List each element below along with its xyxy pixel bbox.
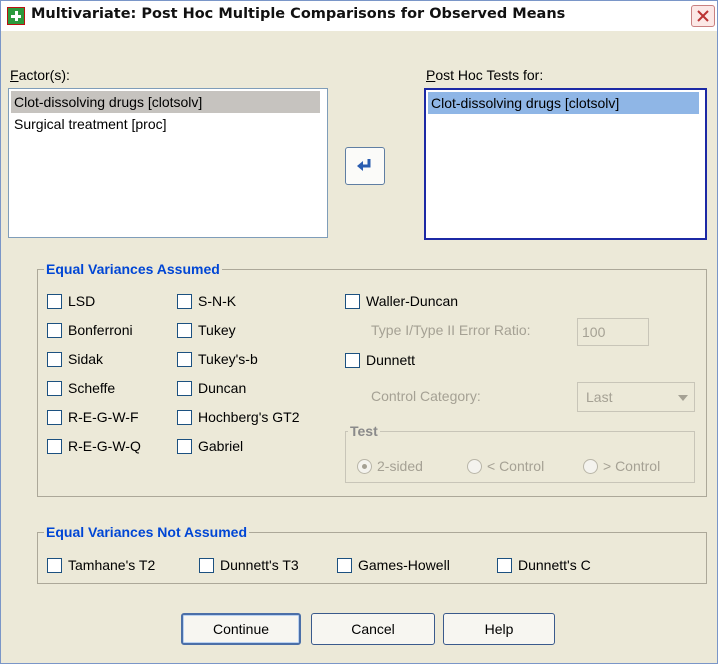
radio-2-sided[interactable]: 2-sided [357, 456, 423, 476]
regwq-checkbox[interactable]: R-E-G-W-Q [47, 436, 141, 456]
move-variable-button[interactable] [345, 147, 385, 185]
factor-item-proc[interactable]: Surgical treatment [proc] [11, 113, 167, 135]
checkbox-box[interactable] [345, 293, 360, 309]
continue-button[interactable]: Continue [181, 613, 301, 645]
error-ratio-label: Type I/Type II Error Ratio: [371, 322, 531, 338]
regwq-label: R-E-G-W-Q [68, 438, 141, 454]
help-button[interactable]: Help [443, 613, 555, 645]
factors-list[interactable]: Clot-dissolving drugs [clotsolv] Surgica… [8, 88, 328, 238]
waller-duncan-checkbox[interactable]: Waller-Duncan [345, 291, 458, 311]
tamhane-checkbox[interactable]: Tamhane's T2 [47, 555, 155, 575]
tamhane-label: Tamhane's T2 [68, 557, 156, 573]
close-icon [697, 10, 709, 22]
checkbox-box[interactable] [47, 557, 62, 573]
posthoc-list[interactable]: Clot-dissolving drugs [clotsolv] [424, 88, 707, 240]
radio-greater-control-label: > Control [603, 458, 661, 474]
window-title: Multivariate: Post Hoc Multiple Comparis… [31, 6, 566, 22]
gabriel-checkbox[interactable]: Gabriel [177, 436, 243, 456]
dunnett-checkbox[interactable]: Dunnett [345, 350, 415, 370]
checkbox-box[interactable] [497, 557, 512, 573]
radio-button[interactable] [467, 458, 482, 474]
sidak-checkbox[interactable]: Sidak [47, 349, 103, 369]
radio-2-sided-label: 2-sided [377, 458, 423, 474]
checkbox-box[interactable] [177, 351, 192, 367]
control-category-label: Control Category: [371, 388, 481, 404]
tukeys-b-checkbox[interactable]: Tukey's-b [177, 349, 258, 369]
tukeys-b-label: Tukey's-b [198, 351, 258, 367]
posthoc-label: Post Hoc Tests for: [426, 67, 544, 83]
radio-less-control-label: < Control [487, 458, 545, 474]
scheffe-checkbox[interactable]: Scheffe [47, 378, 115, 398]
snk-label: S-N-K [198, 293, 237, 309]
games-howell-label: Games-Howell [358, 557, 450, 573]
close-button[interactable] [691, 5, 715, 27]
checkbox-box[interactable] [345, 352, 360, 368]
checkbox-box[interactable] [177, 322, 192, 338]
dunnetts-c-label: Dunnett's C [518, 557, 591, 573]
control-category-value: Last [586, 389, 613, 405]
radio-less-control[interactable]: < Control [467, 456, 544, 476]
equal-variances-title: Equal Variances Assumed [44, 261, 222, 278]
sidak-label: Sidak [68, 351, 104, 367]
radio-button[interactable] [357, 458, 372, 474]
title-bar: Multivariate: Post Hoc Multiple Comparis… [1, 1, 717, 31]
posthoc-item-clotsolv[interactable]: Clot-dissolving drugs [clotsolv] [428, 92, 699, 114]
factors-label: Factor(s): [10, 67, 70, 83]
hochberg-checkbox[interactable]: Hochberg's GT2 [177, 407, 300, 427]
error-ratio-input[interactable]: 100 [577, 318, 649, 346]
snk-checkbox[interactable]: S-N-K [177, 291, 236, 311]
checkbox-box[interactable] [177, 293, 192, 309]
duncan-checkbox[interactable]: Duncan [177, 378, 246, 398]
checkbox-box[interactable] [47, 409, 62, 425]
waller-duncan-label: Waller-Duncan [366, 293, 459, 309]
dunnetts-c-checkbox[interactable]: Dunnett's C [497, 555, 591, 575]
spss-app-icon [7, 7, 25, 25]
checkbox-box[interactable] [47, 438, 62, 454]
dunnetts-t3-checkbox[interactable]: Dunnett's T3 [199, 555, 299, 575]
bonferroni-checkbox[interactable]: Bonferroni [47, 320, 133, 340]
cancel-button[interactable]: Cancel [311, 613, 435, 645]
games-howell-checkbox[interactable]: Games-Howell [337, 555, 450, 575]
checkbox-box[interactable] [47, 293, 62, 309]
checkbox-box[interactable] [337, 557, 352, 573]
checkbox-box[interactable] [47, 380, 62, 396]
dunnetts-t3-label: Dunnett's T3 [220, 557, 299, 573]
checkbox-box[interactable] [177, 380, 192, 396]
duncan-label: Duncan [198, 380, 247, 396]
checkbox-box[interactable] [47, 351, 62, 367]
checkbox-box[interactable] [177, 409, 192, 425]
test-group-title: Test [348, 423, 380, 440]
dunnett-label: Dunnett [366, 352, 416, 368]
checkbox-box[interactable] [177, 438, 192, 454]
scheffe-label: Scheffe [68, 380, 116, 396]
regwf-checkbox[interactable]: R-E-G-W-F [47, 407, 139, 427]
checkbox-box[interactable] [199, 557, 214, 573]
hochberg-label: Hochberg's GT2 [198, 409, 300, 425]
control-category-select[interactable]: Last [577, 382, 695, 412]
tukey-label: Tukey [198, 322, 236, 338]
gabriel-label: Gabriel [198, 438, 244, 454]
radio-greater-control[interactable]: > Control [583, 456, 660, 476]
post-hoc-dialog: Multivariate: Post Hoc Multiple Comparis… [0, 0, 718, 664]
lsd-label: LSD [68, 293, 96, 309]
chevron-down-icon [678, 395, 688, 401]
tukey-checkbox[interactable]: Tukey [177, 320, 236, 340]
factor-item-clotsolv[interactable]: Clot-dissolving drugs [clotsolv] [11, 91, 320, 113]
lsd-checkbox[interactable]: LSD [47, 291, 95, 311]
unequal-variances-title: Equal Variances Not Assumed [44, 524, 249, 541]
arrow-left-icon [357, 159, 371, 171]
bonferroni-label: Bonferroni [68, 322, 133, 338]
radio-button[interactable] [583, 458, 598, 474]
checkbox-box[interactable] [47, 322, 62, 338]
regwf-label: R-E-G-W-F [68, 409, 139, 425]
